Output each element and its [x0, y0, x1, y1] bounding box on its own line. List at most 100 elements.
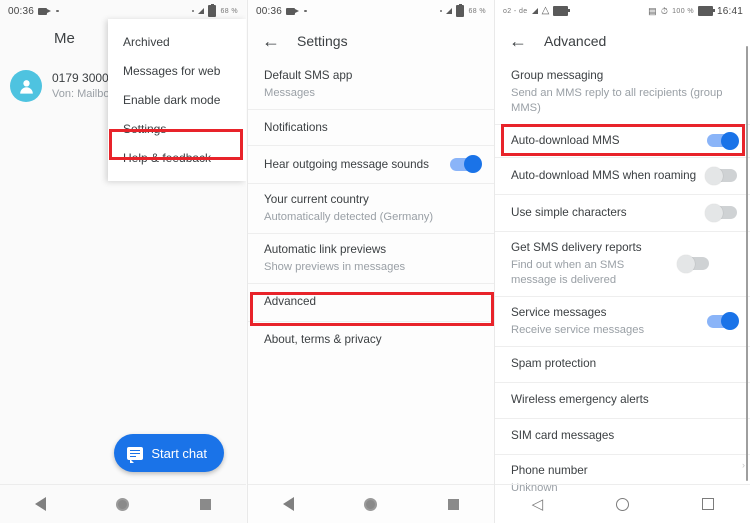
row-subtitle: Find out when an SMS message is delivere… [511, 258, 625, 286]
row-title: Spam protection [511, 357, 597, 371]
recents-icon[interactable] [447, 498, 459, 510]
toggle-auto-download-mms[interactable] [707, 131, 739, 150]
back-icon[interactable] [35, 497, 47, 511]
row-wireless-emergency-alerts[interactable]: Wireless emergency alerts [495, 381, 750, 418]
scrollbar[interactable] [745, 46, 748, 481]
battery-percent: 100 % [672, 7, 694, 15]
row-subtitle: Send an MMS reply to all recipients (gro… [511, 86, 723, 114]
row-default-sms-app[interactable]: Default SMS app Messages [248, 60, 494, 109]
toggle-knob [721, 312, 739, 331]
toggle-auto-download-mms-roaming[interactable] [705, 166, 737, 185]
home-icon[interactable] [116, 497, 130, 511]
toggle-knob [464, 155, 482, 174]
row-advanced[interactable]: Advanced [248, 282, 494, 321]
home-icon[interactable] [364, 497, 378, 511]
signal-icon [531, 8, 538, 14]
screenshot-root: 00:36 68 % Me 0179 30003 Von: Mailbox. A… [0, 0, 750, 523]
toggle-get-sms-delivery-reports[interactable] [677, 254, 709, 273]
row-service-messages[interactable]: Service messages Receive service message… [495, 295, 750, 346]
android-navbar-left [0, 484, 246, 523]
row-subtitle: Automatically detected (Germany) [264, 210, 434, 223]
row-title: Auto-download MMS [511, 134, 620, 148]
row-text: Advanced [264, 286, 480, 318]
chat-bubble-icon [127, 446, 144, 463]
row-about-terms-privacy[interactable]: About, terms & privacy [248, 320, 494, 358]
toggle-hear-outgoing-message-sounds[interactable] [450, 155, 482, 174]
row-subtitle: Show previews in messages [264, 260, 406, 273]
row-text: Automatic link previews Show previews in… [264, 234, 480, 283]
dot-icon [191, 9, 195, 13]
row-text: Group messaging Send an MMS reply to all… [511, 60, 737, 124]
menu-item-enable-dark-mode[interactable]: Enable dark mode [108, 85, 246, 114]
dot-icon [56, 9, 59, 13]
back-icon[interactable]: ◁ [532, 497, 544, 512]
back-icon[interactable] [283, 497, 295, 511]
row-text: Auto-download MMS [511, 125, 699, 157]
toggle-service-messages[interactable] [707, 312, 739, 331]
settings-list: Default SMS app Messages Notifications H… [248, 60, 494, 358]
toggle-knob [721, 131, 739, 150]
row-title: Hear outgoing message sounds [264, 157, 430, 171]
row-title: Group messaging [511, 69, 604, 82]
row-notifications[interactable]: Notifications [248, 108, 494, 145]
start-chat-label: Start chat [151, 445, 207, 461]
row-title: Wireless emergency alerts [511, 393, 649, 407]
row-title: Advanced [264, 295, 316, 309]
status-bar-right: o2 - de △ ▤ ⏱ 100 % 16:41 [495, 0, 750, 22]
home-icon[interactable] [616, 497, 630, 511]
menu-item-archived[interactable]: Archived [108, 27, 246, 56]
toggle-knob [705, 203, 723, 222]
status-bar-mid: 00:36 68 % [248, 0, 494, 22]
toggle-knob [677, 254, 695, 273]
android-navbar-right: ◁ [495, 484, 750, 523]
panel-messages-overflow: 00:36 68 % Me 0179 30003 Von: Mailbox. A… [0, 0, 246, 523]
signal-icon [446, 8, 453, 14]
recents-icon[interactable] [702, 498, 715, 510]
vibrate-icon: ▤ [648, 5, 657, 16]
row-subtitle: Messages [264, 86, 315, 99]
row-text: Notifications [264, 112, 480, 144]
row-text: Wireless emergency alerts [511, 384, 737, 416]
recents-icon[interactable] [199, 498, 211, 510]
row-your-current-country[interactable]: Your current country Automatically detec… [248, 182, 494, 233]
menu-item-help-feedback[interactable]: Help & feedback [108, 143, 246, 172]
row-hear-outgoing-message-sounds[interactable]: Hear outgoing message sounds [248, 144, 494, 183]
row-title: Automatic link previews [264, 242, 387, 256]
row-auto-download-mms-roaming[interactable]: Auto-download MMS when roaming [495, 156, 750, 194]
video-camera-icon [38, 7, 52, 15]
start-chat-button[interactable]: Start chat [114, 434, 224, 472]
battery-percent: 68 % [220, 7, 238, 15]
row-group-messaging[interactable]: Group messaging Send an MMS reply to all… [495, 60, 750, 124]
status-bar-right-group: 68 % [191, 4, 238, 17]
appbar-title: Settings [297, 33, 348, 49]
row-auto-download-mms[interactable]: Auto-download MMS [495, 124, 750, 157]
advanced-list: Group messaging Send an MMS reply to all… [495, 60, 750, 504]
alarm-icon: ⏱ [660, 5, 669, 16]
row-text: Get SMS delivery reports Find out when a… [511, 232, 671, 296]
appbar-settings: ← Settings [248, 22, 494, 60]
row-use-simple-characters[interactable]: Use simple characters [495, 193, 750, 231]
row-text: Your current country Automatically detec… [264, 184, 480, 233]
menu-item-messages-for-web[interactable]: Messages for web [108, 56, 246, 85]
row-get-sms-delivery-reports[interactable]: Get SMS delivery reports Find out when a… [495, 230, 750, 296]
back-arrow-icon[interactable]: ← [262, 32, 284, 50]
row-sim-card-messages[interactable]: SIM card messages [495, 417, 750, 454]
status-bar-left-group: o2 - de △ [503, 6, 571, 16]
chevron-right-icon: › [742, 459, 745, 470]
status-clock: 00:36 [256, 5, 283, 17]
appbar-advanced: ← Advanced [495, 22, 750, 60]
carrier-label: o2 - de [503, 7, 528, 15]
android-navbar-mid [248, 484, 494, 523]
row-automatic-link-previews[interactable]: Automatic link previews Show previews in… [248, 232, 494, 283]
row-title: Service messages [511, 305, 607, 319]
row-subtitle: Receive service messages [511, 323, 645, 336]
row-text: Service messages Receive service message… [511, 297, 699, 346]
menu-item-settings[interactable]: Settings [108, 114, 246, 143]
row-title: Phone number [511, 463, 588, 477]
row-spam-protection[interactable]: Spam protection [495, 345, 750, 382]
page-title: Me [54, 30, 75, 47]
overflow-menu[interactable]: Archived Messages for web Enable dark mo… [108, 19, 246, 181]
toggle-use-simple-characters[interactable] [705, 203, 737, 222]
row-title: SIM card messages [511, 429, 615, 443]
back-arrow-icon[interactable]: ← [509, 32, 531, 50]
